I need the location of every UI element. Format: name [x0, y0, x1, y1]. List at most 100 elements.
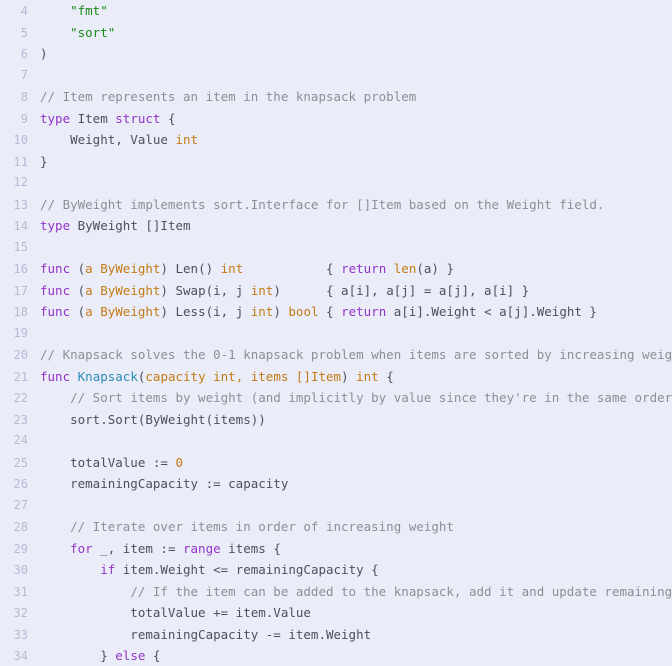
code-line-content[interactable]: func (a ByWeight) Swap(i, j int) { a[i],…: [28, 280, 672, 302]
code-token-fn: Knapsack: [77, 368, 138, 384]
code-line-content[interactable]: func (a ByWeight) Len() int { return len…: [28, 258, 672, 280]
code-line[interactable]: 13 // ByWeight implements sort.Interface …: [0, 194, 672, 216]
code-line-content[interactable]: // Iterate over items in order of increa…: [28, 516, 672, 538]
line-number: 5: [20, 25, 28, 40]
code-line[interactable]: 32 totalValue += item.Value: [0, 602, 672, 624]
code-line[interactable]: 25 totalValue := 0: [0, 452, 672, 474]
line-number: 11: [13, 154, 28, 169]
code-token-kw: struct: [115, 110, 161, 126]
code-line-content[interactable]: // ByWeight implements sort.Interface fo…: [28, 194, 672, 216]
code-line[interactable]: 19: [0, 323, 672, 345]
code-token-typ: int: [356, 368, 379, 384]
code-token-kw: range: [183, 540, 221, 556]
code-token-pln: Item: [70, 110, 116, 126]
code-line[interactable]: 18 func (a ByWeight) Less(i, j int) bool …: [0, 301, 672, 323]
code-line[interactable]: 12: [0, 172, 672, 194]
code-line-content[interactable]: totalValue := 0: [28, 452, 672, 474]
code-line-content[interactable]: func Knapsack(capacity int, items []Item…: [28, 366, 672, 388]
code-line[interactable]: 17 func (a ByWeight) Swap(i, j int) { a[i…: [0, 280, 672, 302]
code-line-content[interactable]: // Item represents an item in the knapsa…: [28, 86, 672, 108]
code-line[interactable]: 8 // Item represents an item in the knaps…: [0, 86, 672, 108]
code-line[interactable]: 11}: [0, 151, 672, 173]
code-line[interactable]: 27: [0, 495, 672, 517]
code-token-pln: ) { a[i], a[j] = a[j], a[i] }: [273, 282, 530, 298]
code-line-content[interactable]: remainingCapacity := capacity: [28, 473, 672, 495]
line-number: 23: [13, 412, 28, 427]
code-editor[interactable]: 4 "fmt" 5 "sort" 6) 7 8// Item represents an…: [0, 0, 672, 666]
code-line[interactable]: 14 type ByWeight []Item: [0, 215, 672, 237]
code-line-content[interactable]: func (a ByWeight) Less(i, j int) bool { …: [28, 301, 672, 323]
code-line-content[interactable]: }: [28, 151, 672, 173]
code-line[interactable]: 28 // Iterate over items in order of inc…: [0, 516, 672, 538]
code-line[interactable]: 7: [0, 65, 672, 87]
code-token-typ: int: [175, 132, 199, 147]
line-number: 29: [13, 541, 28, 556]
code-line[interactable]: 30 if item.Weight <= remainingCapacity {: [0, 559, 672, 581]
code-token-pln: [40, 519, 70, 534]
code-line-content[interactable]: ): [28, 43, 672, 65]
code-token-typ: a ByWeight: [85, 282, 161, 298]
code-line[interactable]: 20 // Knapsack solves the 0-1 knapsack pr…: [0, 344, 672, 366]
code-token-pln: Weight, Value: [40, 132, 176, 147]
code-token-pln: a[i].Weight < a[j].Weight }: [386, 304, 597, 319]
code-line-content[interactable]: // If the item can be added to the knaps…: [28, 581, 672, 603]
code-token-typ: capacity int, items []Item: [145, 368, 342, 384]
code-line-content[interactable]: remainingCapacity -= item.Weight: [28, 624, 672, 646]
code-line-content[interactable]: totalValue += item.Value: [28, 602, 672, 624]
code-line-content[interactable]: "sort": [28, 22, 672, 44]
code-line[interactable]: 26 remainingCapacity := capacity: [0, 473, 672, 495]
line-number: 16: [13, 262, 28, 276]
line-number: 10: [13, 133, 28, 147]
code-token-typ: a ByWeight: [85, 261, 161, 276]
code-token-pun: {: [160, 110, 176, 126]
code-line-content[interactable]: // Sort items by weight (and implicitly …: [28, 387, 672, 409]
code-line[interactable]: 21 func Knapsack(capacity int, items []It…: [0, 366, 672, 388]
code-token-pln: [40, 584, 130, 599]
code-token-kw: func: [40, 368, 71, 384]
code-token-pln: ByWeight []Item: [70, 218, 191, 233]
code-token-kw: if: [100, 562, 116, 577]
code-line[interactable]: 24: [0, 430, 672, 452]
code-token-pln: _, item :=: [92, 540, 183, 556]
code-token-pun: ): [40, 46, 48, 61]
line-number: 12: [13, 175, 28, 189]
code-line[interactable]: 23 sort.Sort(ByWeight(items)): [0, 409, 672, 431]
code-line-content[interactable]: } else {: [28, 645, 672, 666]
code-line-content[interactable]: if item.Weight <= remainingCapacity {: [28, 559, 672, 581]
line-number: 19: [13, 325, 28, 340]
code-token-com: // If the item can be added to the knaps…: [130, 583, 672, 599]
code-line[interactable]: 10 Weight, Value int: [0, 129, 672, 151]
code-line[interactable]: 4 "fmt": [0, 0, 672, 22]
code-line-content[interactable]: sort.Sort(ByWeight(items)): [28, 409, 672, 431]
code-line-content[interactable]: // Knapsack solves the 0-1 knapsack prob…: [28, 344, 672, 366]
code-line[interactable]: 16 func (a ByWeight) Len() int { return l…: [0, 258, 672, 280]
code-token-com: // Knapsack solves the 0-1 knapsack prob…: [40, 347, 672, 362]
code-token-pln: [40, 541, 70, 556]
code-line[interactable]: 9 type Item struct {: [0, 108, 672, 130]
code-token-pun: {: [378, 368, 394, 384]
code-line-content[interactable]: type Item struct {: [28, 108, 672, 130]
line-number: 32: [13, 606, 28, 620]
code-line-content[interactable]: Weight, Value int: [28, 129, 672, 151]
code-token-pln: ) Less(i, j: [160, 304, 251, 319]
code-line[interactable]: 29 for _, item := range items {: [0, 538, 672, 560]
code-line[interactable]: 34 } else {: [0, 645, 672, 666]
code-line-content[interactable]: "fmt": [28, 0, 672, 22]
line-number: 31: [13, 584, 28, 599]
code-line[interactable]: 6): [0, 43, 672, 65]
code-token-com: // Sort items by weight (and implicitly …: [70, 390, 672, 405]
code-line[interactable]: 22 // Sort items by weight (and implicit…: [0, 387, 672, 409]
code-line[interactable]: 31 // If the item can be added to the kn…: [0, 581, 672, 603]
code-token-typ: int: [250, 304, 274, 319]
code-lines-container[interactable]: 4 "fmt" 5 "sort" 6) 7 8// Item represents an…: [0, 0, 672, 666]
code-line-content[interactable]: for _, item := range items {: [28, 538, 672, 560]
code-line-content[interactable]: type ByWeight []Item: [28, 215, 672, 237]
line-number: 22: [13, 391, 28, 405]
line-number: 13: [13, 197, 28, 212]
code-line[interactable]: 33 remainingCapacity -= item.Weight: [0, 624, 672, 646]
line-number: 27: [13, 497, 28, 512]
code-token-pln: [70, 369, 78, 384]
line-number: 7: [20, 67, 28, 82]
code-line[interactable]: 5 "sort": [0, 22, 672, 44]
code-line[interactable]: 15: [0, 237, 672, 259]
